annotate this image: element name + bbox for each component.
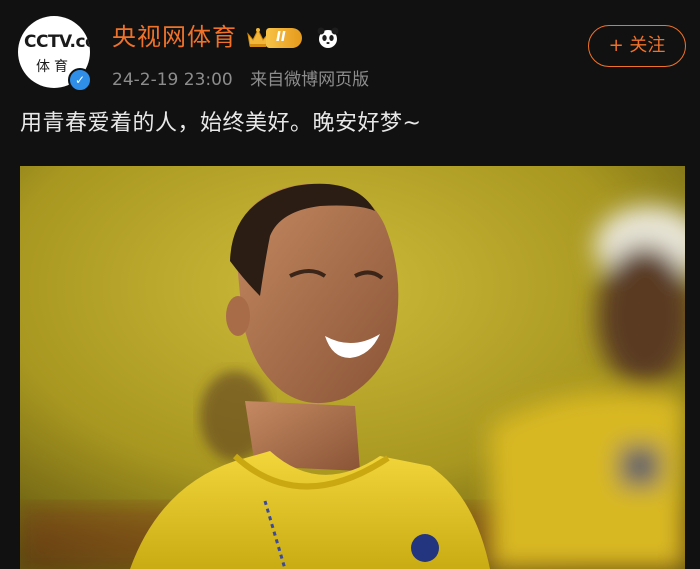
panda-icon [317,27,339,48]
post-photo [20,166,685,569]
avatar-logo-text: CCTV.com [24,32,90,52]
post-timestamp[interactable]: 24-2-19 23:00 [112,70,233,90]
post-header: CCTV.com 体育 ✓ 央视网体育 II 24-2-19 [18,14,686,94]
post-text: 用青春爱着的人，始终美好。晚安好梦~ [20,111,422,136]
author-avatar[interactable]: CCTV.com 体育 ✓ [18,16,92,92]
post-meta: 24-2-19 23:00 来自微博网页版 [112,65,369,90]
follow-button[interactable]: + 关注 [588,25,686,67]
avatar-logo-subtitle: 体育 [36,59,72,75]
weibo-post: CCTV.com 体育 ✓ 央视网体育 II 24-2-19 [0,0,700,569]
post-image[interactable] [20,166,685,569]
verified-icon: ✓ [68,68,92,92]
author-badges: II [246,24,340,52]
author-name[interactable]: 央视网体育 [112,24,237,51]
post-source: 来自微博网页版 [250,70,370,90]
level-badge: II [266,28,302,48]
